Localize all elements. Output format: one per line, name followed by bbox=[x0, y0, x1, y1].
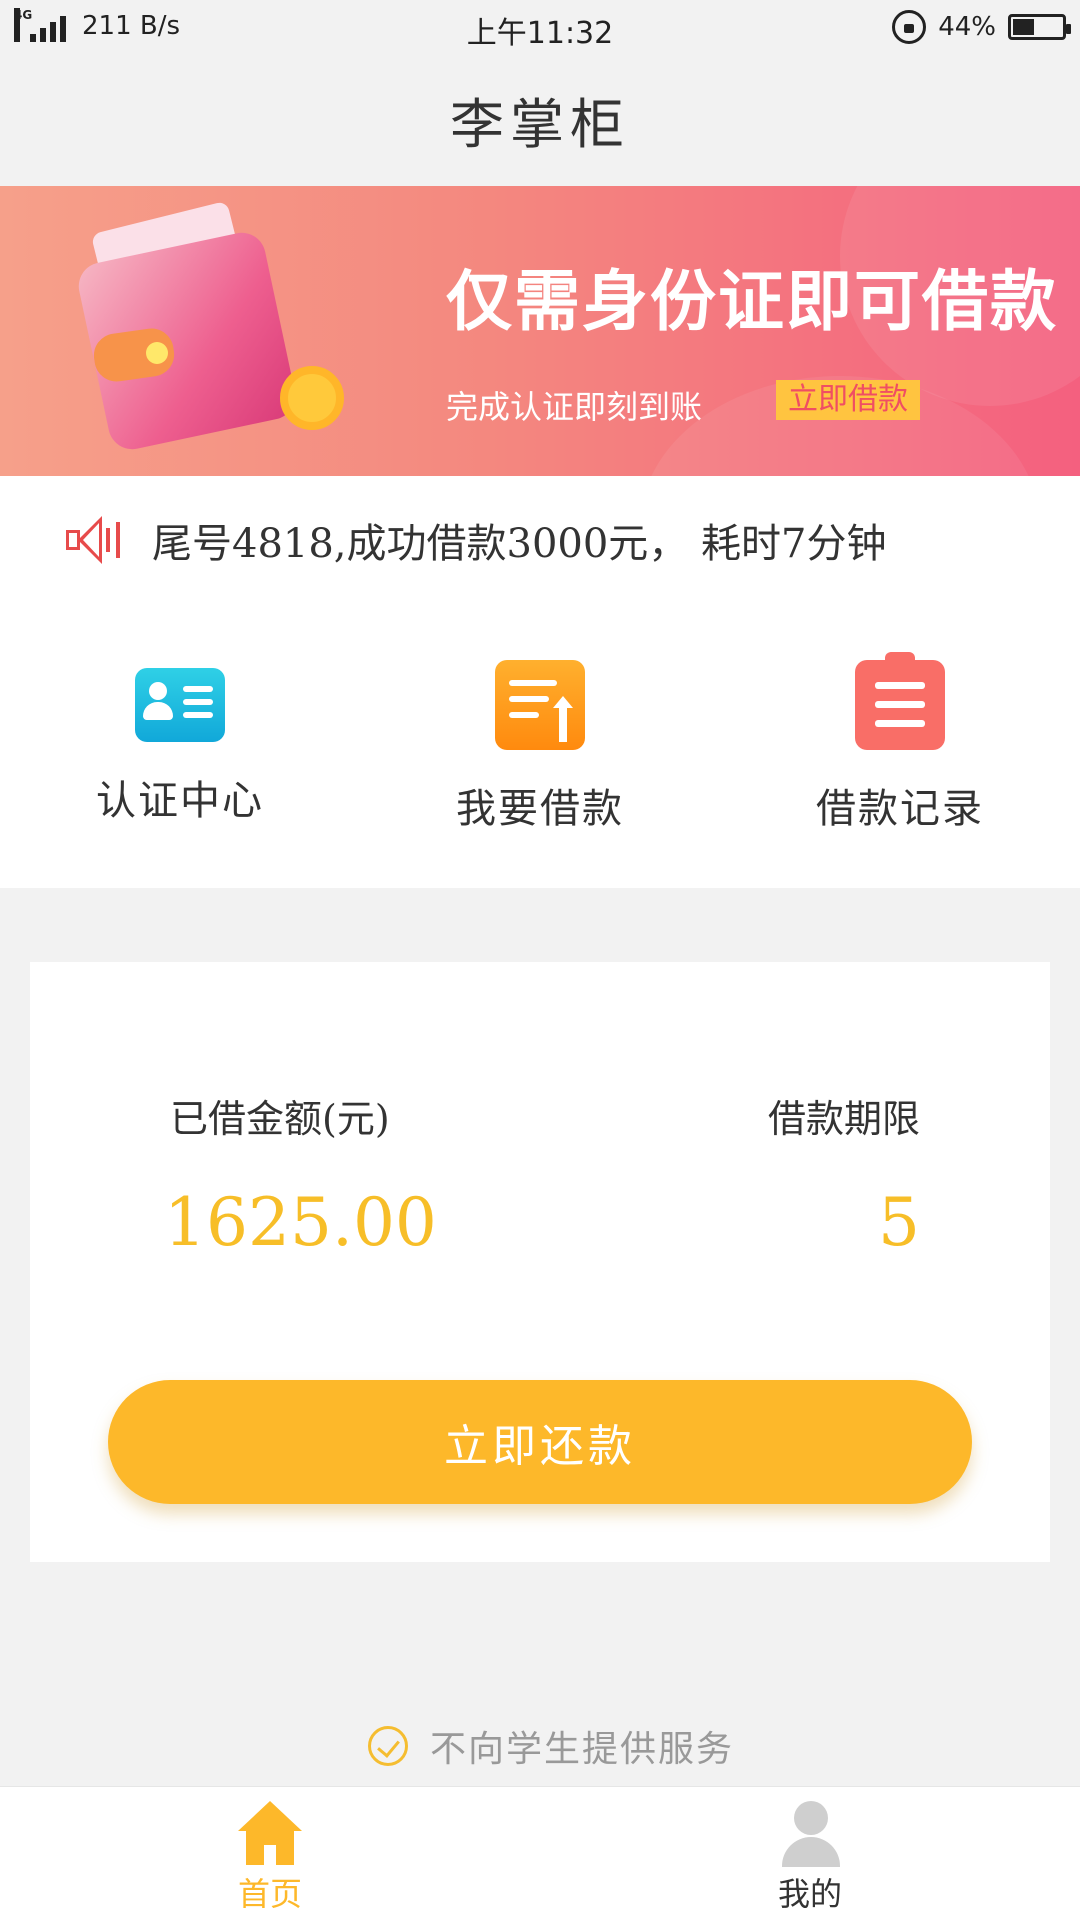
speaker-icon bbox=[66, 514, 120, 566]
loan-term-value: 5 bbox=[878, 1184, 920, 1261]
rotation-lock-icon bbox=[892, 10, 927, 44]
quick-action-certification[interactable]: 认证中心 bbox=[60, 660, 300, 826]
tab-home-label: 首页 bbox=[237, 1875, 302, 1913]
borrowed-amount-label: 已借金额(元) bbox=[170, 1097, 390, 1141]
loan-term-label: 借款期限 bbox=[767, 1097, 920, 1141]
disclaimer-text: 不向学生提供服务 bbox=[430, 1729, 735, 1770]
repay-now-button[interactable]: 立即还款 bbox=[108, 1380, 972, 1504]
quick-action-label: 我要借款 bbox=[456, 786, 624, 832]
quick-action-label: 借款记录 bbox=[816, 786, 984, 832]
banner-headline: 仅需身份证即可借款 bbox=[446, 263, 1058, 340]
tab-me[interactable]: 我的 bbox=[750, 1801, 870, 1915]
borrowed-amount-value: 1625.00 bbox=[164, 1184, 437, 1261]
loan-request-icon bbox=[495, 660, 585, 750]
user-icon bbox=[778, 1801, 842, 1867]
quick-action-label: 认证中心 bbox=[96, 778, 264, 824]
notice-text: 尾号4818,成功借款3000元， 耗时7分钟 bbox=[152, 521, 887, 567]
coin-icon bbox=[280, 366, 344, 430]
quick-action-records[interactable]: 借款记录 bbox=[780, 652, 1020, 834]
status-bar: 4G 211 B/s 上午11:32 44% bbox=[0, 0, 1080, 58]
page-title: 李掌柜 bbox=[450, 93, 630, 156]
wallet-icon bbox=[72, 200, 344, 456]
id-card-icon bbox=[135, 668, 225, 742]
tab-me-label: 我的 bbox=[777, 1875, 842, 1913]
notice-bar: 尾号4818,成功借款3000元， 耗时7分钟 bbox=[66, 508, 886, 572]
student-disclaimer: 不向学生提供服务 bbox=[368, 1720, 734, 1772]
battery-percent: 44% bbox=[938, 12, 996, 42]
battery-fill bbox=[1013, 19, 1035, 35]
promo-banner[interactable]: 仅需身份证即可借款 完成认证即刻到账 立即借款 bbox=[0, 186, 1080, 476]
banner-subtitle: 完成认证即刻到账 bbox=[446, 388, 703, 426]
check-circle-icon bbox=[368, 1726, 408, 1766]
banner-borrow-button[interactable]: 立即借款 bbox=[776, 380, 920, 420]
home-icon bbox=[238, 1801, 302, 1865]
quick-action-borrow[interactable]: 我要借款 bbox=[420, 660, 660, 834]
loan-records-icon bbox=[855, 652, 945, 750]
battery-icon bbox=[1008, 14, 1071, 40]
bottom-tab-bar: 首页 我的 bbox=[0, 1786, 1080, 1920]
tab-home[interactable]: 首页 bbox=[210, 1801, 330, 1915]
status-right: 44% bbox=[892, 10, 1071, 44]
